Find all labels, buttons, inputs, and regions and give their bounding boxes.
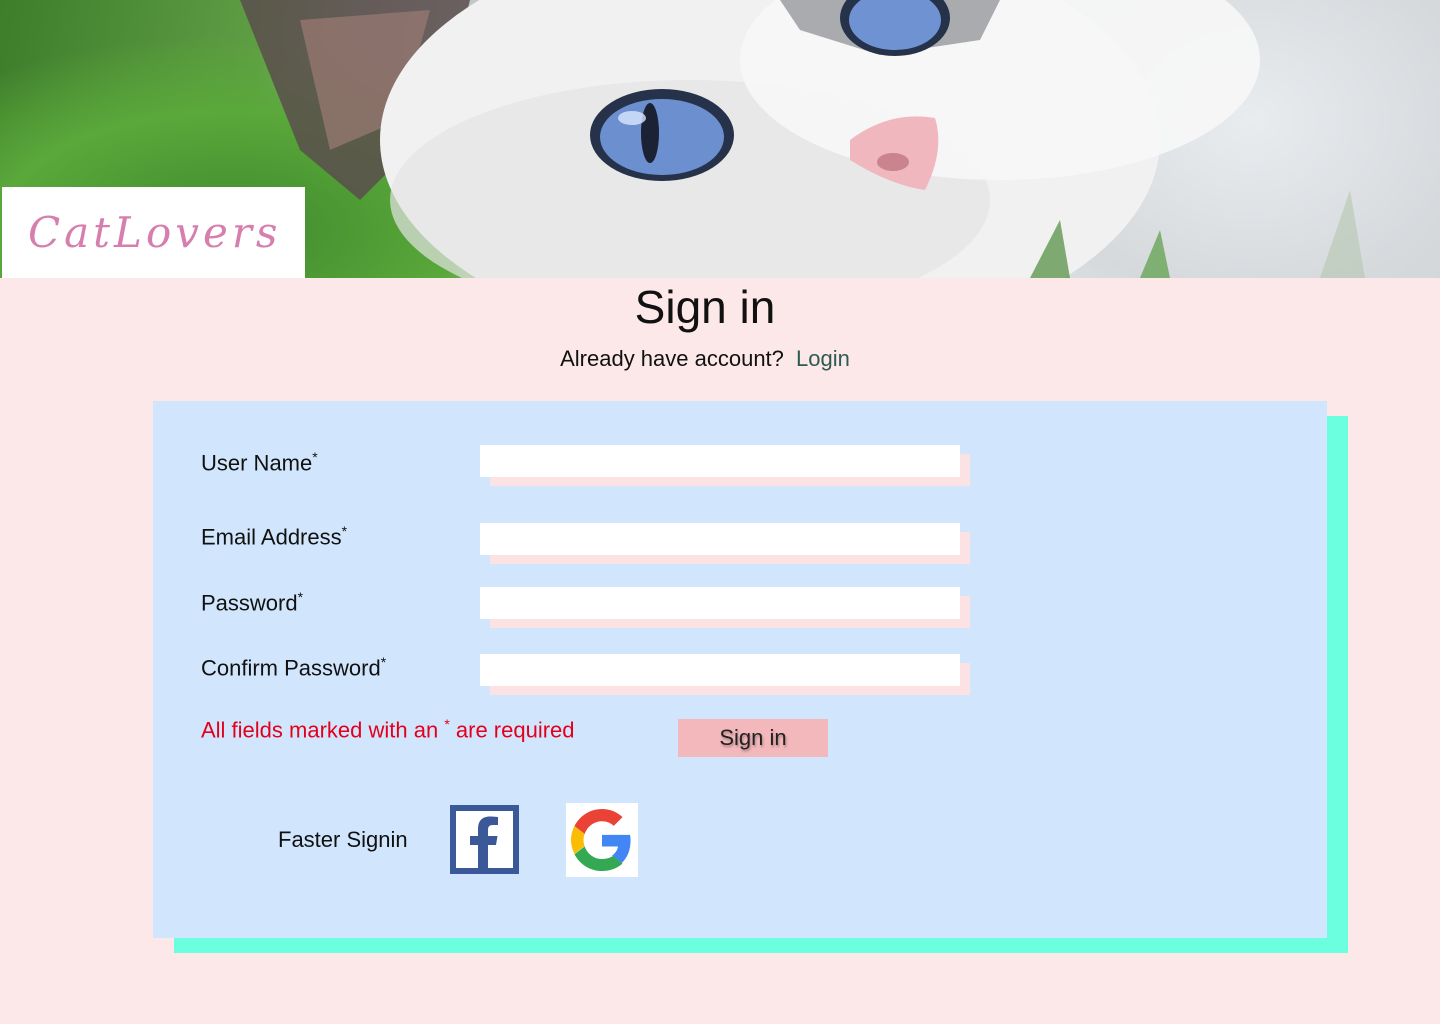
logo-container[interactable]: CatLovers: [2, 187, 305, 278]
email-label-text: Email Address: [201, 524, 342, 550]
faster-signin-label: Faster Signin: [278, 827, 408, 852]
required-note-end: are required: [449, 717, 575, 743]
email-input-wrapper: [480, 523, 970, 565]
confirm-password-input[interactable]: [480, 654, 960, 686]
password-input-wrapper: [480, 587, 970, 629]
confirm-password-label: Confirm Password*: [201, 654, 386, 681]
sign-in-button[interactable]: Sign in: [678, 719, 828, 757]
email-input[interactable]: [480, 523, 960, 555]
google-icon: [571, 809, 631, 871]
email-label: Email Address*: [201, 523, 347, 550]
username-input[interactable]: [480, 445, 960, 477]
account-prompt: Already have account? Login: [0, 346, 1410, 372]
password-label: Password*: [201, 589, 303, 616]
password-input[interactable]: [480, 587, 960, 619]
confirm-password-label-text: Confirm Password: [201, 655, 381, 681]
required-fields-note: All fields marked with an * are required: [201, 716, 575, 743]
password-label-text: Password: [201, 590, 298, 616]
required-asterisk: *: [380, 654, 387, 670]
required-asterisk: *: [341, 523, 348, 539]
required-asterisk: *: [297, 589, 304, 605]
required-asterisk: *: [312, 449, 318, 465]
site-logo: CatLovers: [28, 208, 282, 257]
required-note-start: All fields marked with an: [201, 717, 445, 743]
confirm-password-input-wrapper: [480, 654, 970, 696]
facebook-icon: [456, 811, 513, 868]
google-signin-button[interactable]: [566, 803, 638, 877]
login-link[interactable]: Login: [796, 346, 850, 371]
username-input-wrapper: [480, 445, 970, 487]
facebook-signin-button[interactable]: [450, 805, 519, 874]
page-title: Sign in: [634, 281, 776, 333]
signup-form-card: User Name* Email Address* Password* Conf…: [153, 401, 1327, 938]
username-label: User Name*: [201, 449, 318, 476]
hero-banner: CatLovers: [0, 0, 1440, 278]
account-prompt-text: Already have account?: [560, 346, 784, 371]
username-label-text: User Name: [201, 450, 313, 476]
